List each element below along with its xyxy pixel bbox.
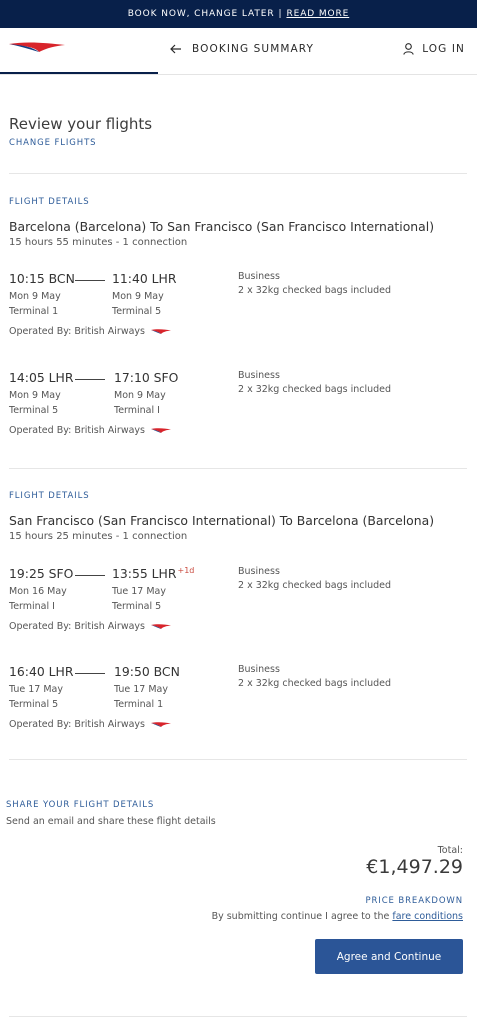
arrival-time: 13:55 LHR+1d <box>112 566 194 581</box>
terms-text: By submitting continue I agree to the fa… <box>212 911 463 922</box>
departure-terminal: Terminal I <box>9 601 55 612</box>
operated-by: Operated By: British Airways <box>9 621 171 632</box>
flight-segment: 10:15 BCN 11:40 LHR Mon 9 May Mon 9 May … <box>9 271 469 351</box>
agree-and-continue-button[interactable]: Agree and Continue <box>315 939 463 974</box>
arrival-terminal: Terminal I <box>114 405 160 416</box>
arrival-date: Mon 9 May <box>112 291 164 302</box>
total-price: €1,497.29 <box>366 856 463 878</box>
operated-by-text: Operated By: British Airways <box>9 425 145 436</box>
speedmarque-small-icon <box>151 623 171 629</box>
section-divider <box>9 759 467 760</box>
arrival-terminal: Terminal 1 <box>114 699 164 710</box>
arrow-left-icon <box>170 44 181 54</box>
login-label: LOG IN <box>422 43 465 55</box>
cabin-class: Business <box>238 271 280 282</box>
terms-prefix: By submitting continue I agree to the <box>211 911 390 922</box>
inbound-section-label: FLIGHT DETAILS <box>9 491 90 501</box>
next-day-indicator: +1d <box>177 566 195 575</box>
fare-conditions-link[interactable]: fare conditions <box>392 911 463 922</box>
operated-by-text: Operated By: British Airways <box>9 621 145 632</box>
booking-summary-label: BOOKING SUMMARY <box>192 43 315 55</box>
connector-line <box>75 280 105 281</box>
header-divider <box>0 74 477 75</box>
inbound-route: San Francisco (San Francisco Internation… <box>9 513 435 528</box>
header: BOOKING SUMMARY LOG IN <box>0 28 477 73</box>
login-button[interactable]: LOG IN <box>403 43 465 55</box>
arrival-time: 19:50 BCN <box>114 664 181 679</box>
page-title: Review your flights <box>9 115 153 133</box>
arrival-time-text: 13:55 LHR <box>112 566 177 581</box>
departure-date: Tue 17 May <box>9 684 63 695</box>
baggage-allowance: 2 x 32kg checked bags included <box>238 384 392 395</box>
arrival-date: Tue 17 May <box>114 684 168 695</box>
inbound-duration: 15 hours 25 minutes - 1 connection <box>9 531 188 542</box>
operated-by-text: Operated By: British Airways <box>9 326 145 337</box>
connector-line <box>75 673 105 674</box>
arrival-time-text: 19:50 BCN <box>114 664 180 679</box>
user-icon <box>403 43 414 55</box>
section-divider <box>9 173 467 174</box>
flight-segment: 14:05 LHR 17:10 SFO Mon 9 May Mon 9 May … <box>9 370 469 450</box>
departure-terminal: Terminal 5 <box>9 699 59 710</box>
cabin-class: Business <box>238 664 280 675</box>
arrival-terminal: Terminal 5 <box>112 306 162 317</box>
speedmarque-small-icon <box>151 328 171 334</box>
connector-line <box>75 379 105 380</box>
arrival-date: Mon 9 May <box>114 390 166 401</box>
speedmarque-logo[interactable] <box>9 41 67 60</box>
cabin-class: Business <box>238 370 280 381</box>
speedmarque-small-icon <box>151 427 171 433</box>
departure-terminal: Terminal 1 <box>9 306 59 317</box>
section-divider <box>9 1016 467 1017</box>
promo-banner: BOOK NOW, CHANGE LATER | READ MORE <box>0 0 477 28</box>
arrival-time-text: 11:40 LHR <box>112 271 177 286</box>
arrival-date: Tue 17 May <box>112 586 166 597</box>
booking-summary-link[interactable]: BOOKING SUMMARY <box>170 43 314 55</box>
section-divider <box>9 468 467 469</box>
arrival-terminal: Terminal 5 <box>112 601 162 612</box>
banner-text: BOOK NOW, CHANGE LATER <box>127 9 275 19</box>
read-more-link[interactable]: READ MORE <box>286 9 349 19</box>
outbound-route: Barcelona (Barcelona) To San Francisco (… <box>9 219 435 234</box>
banner-separator: | <box>278 9 283 19</box>
arrival-time: 11:40 LHR <box>112 271 177 286</box>
outbound-duration: 15 hours 55 minutes - 1 connection <box>9 237 188 248</box>
departure-time: 14:05 LHR <box>9 370 74 385</box>
flight-segment: 19:25 SFO 13:55 LHR+1d Mon 16 May Tue 17… <box>9 566 469 646</box>
departure-terminal: Terminal 5 <box>9 405 59 416</box>
baggage-allowance: 2 x 32kg checked bags included <box>238 285 392 296</box>
outbound-section-label: FLIGHT DETAILS <box>9 197 90 207</box>
operated-by-text: Operated By: British Airways <box>9 719 145 730</box>
share-description: Send an email and share these flight det… <box>6 816 216 827</box>
operated-by: Operated By: British Airways <box>9 719 171 730</box>
flight-segment: 16:40 LHR 19:50 BCN Tue 17 May Tue 17 Ma… <box>9 664 469 744</box>
connector-line <box>75 575 105 576</box>
departure-time: 16:40 LHR <box>9 664 74 679</box>
cabin-class: Business <box>238 566 280 577</box>
operated-by: Operated By: British Airways <box>9 326 171 337</box>
departure-time: 19:25 SFO <box>9 566 74 581</box>
arrival-time-text: 17:10 SFO <box>114 370 179 385</box>
share-flight-details-link[interactable]: SHARE YOUR FLIGHT DETAILS <box>6 800 154 810</box>
departure-time: 10:15 BCN <box>9 271 75 286</box>
baggage-allowance: 2 x 32kg checked bags included <box>238 580 392 591</box>
change-flights-link[interactable]: CHANGE FLIGHTS <box>9 138 96 148</box>
total-label: Total: <box>437 845 463 856</box>
operated-by: Operated By: British Airways <box>9 425 171 436</box>
arrival-time: 17:10 SFO <box>114 370 179 385</box>
departure-date: Mon 9 May <box>9 291 61 302</box>
departure-date: Mon 16 May <box>9 586 67 597</box>
departure-date: Mon 9 May <box>9 390 61 401</box>
price-breakdown-link[interactable]: PRICE BREAKDOWN <box>365 896 463 906</box>
baggage-allowance: 2 x 32kg checked bags included <box>238 678 392 689</box>
speedmarque-small-icon <box>151 721 171 727</box>
